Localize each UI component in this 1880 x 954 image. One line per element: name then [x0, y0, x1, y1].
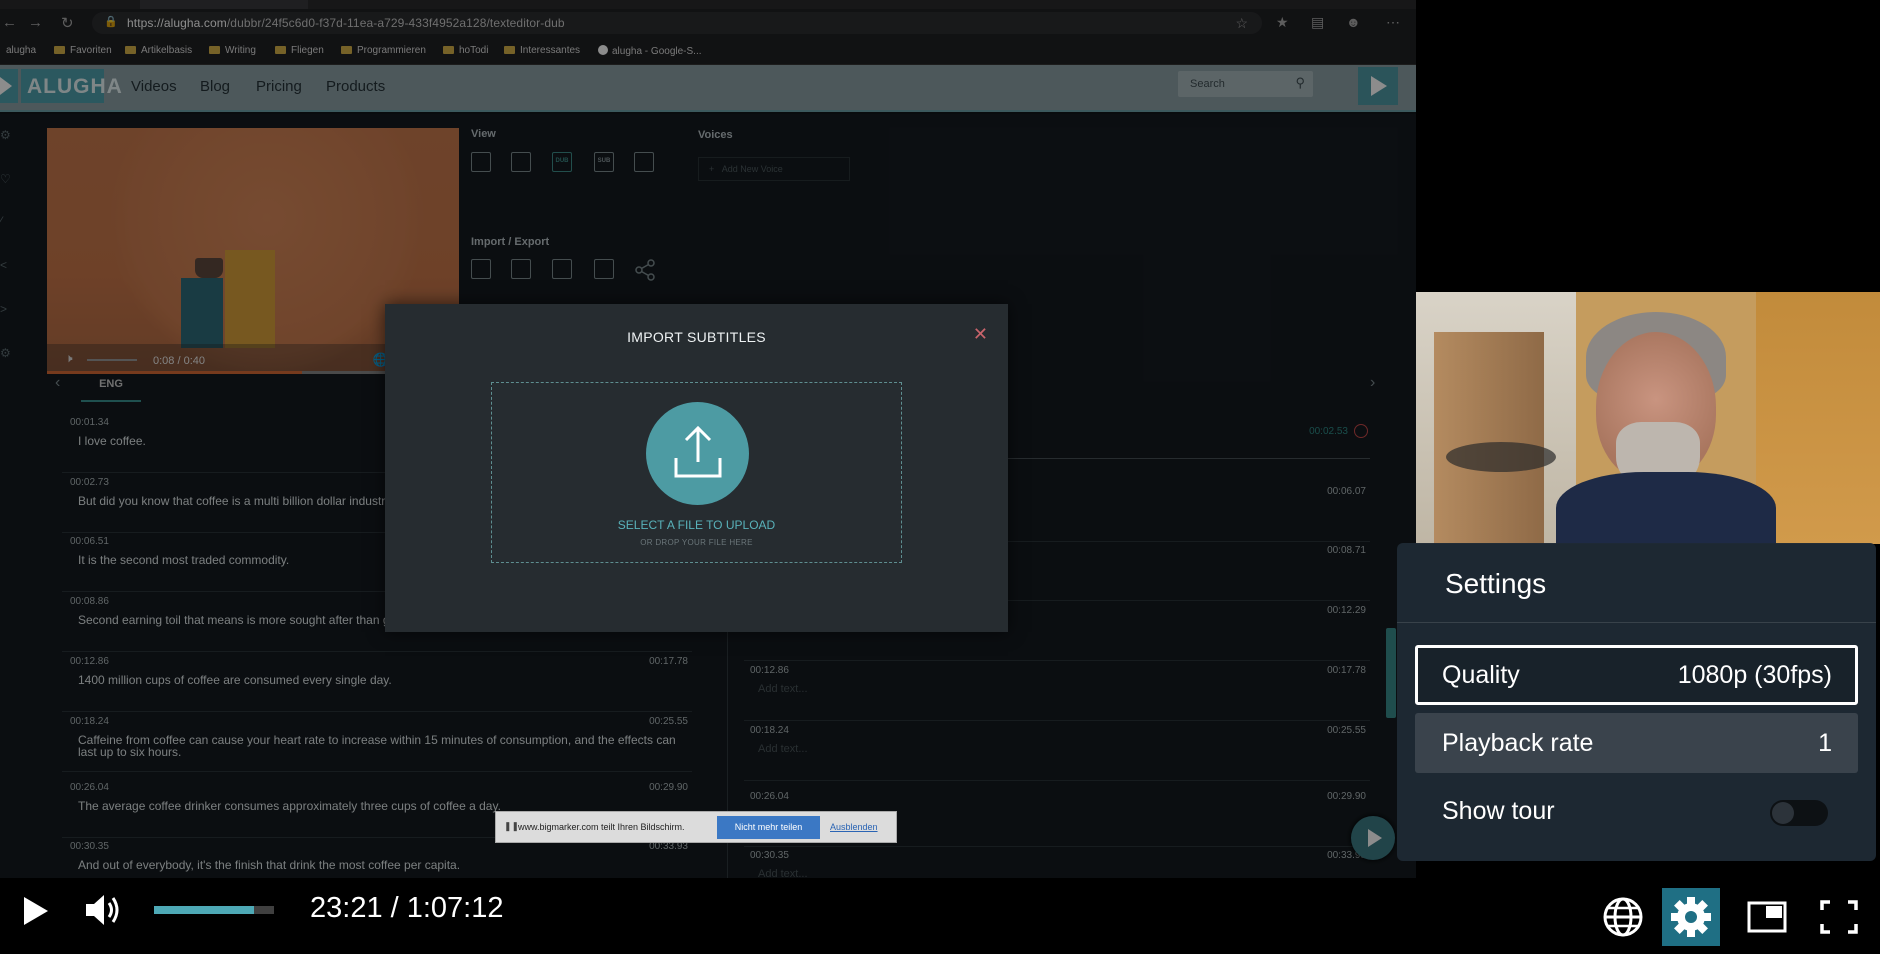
time-display: 23:21 / 1:07:12: [310, 892, 504, 924]
settings-menu: Settings Quality 1080p (30fps) Playback …: [1397, 543, 1876, 861]
show-tour-option[interactable]: Show tour: [1415, 781, 1858, 841]
show-tour-toggle[interactable]: [1770, 800, 1828, 826]
share-message: www.bigmarker.com teilt Ihren Bildschirm…: [518, 822, 685, 832]
volume-icon[interactable]: [84, 892, 124, 928]
modal-title: IMPORT SUBTITLES: [627, 329, 766, 345]
shared-screen: ← → ↻ 🔒 https://alugha.com/dubbr/24f5c6d…: [0, 0, 1416, 878]
show-tour-label: Show tour: [1442, 797, 1555, 825]
playback-rate-value: 1: [1818, 729, 1832, 757]
playback-rate-label: Playback rate: [1442, 729, 1594, 757]
gear-icon[interactable]: [1662, 888, 1720, 946]
globe-icon[interactable]: [1594, 888, 1652, 946]
fullscreen-icon[interactable]: [1810, 888, 1868, 946]
playback-rate-option[interactable]: Playback rate 1: [1415, 713, 1858, 773]
settings-title: Settings: [1445, 568, 1547, 599]
picture-in-picture-icon[interactable]: [1738, 888, 1796, 946]
upload-icon: [674, 425, 722, 478]
volume-slider[interactable]: [154, 906, 274, 914]
pause-icon: ❚❚: [504, 821, 520, 831]
drop-hint: OR DROP YOUR FILE HERE: [640, 538, 753, 547]
upload-button[interactable]: [646, 402, 749, 505]
webcam-video: [1416, 292, 1880, 544]
play-button[interactable]: [22, 893, 52, 927]
screen-share-bar: ❚❚ www.bigmarker.com teilt Ihren Bildsch…: [495, 811, 897, 843]
select-file-link[interactable]: SELECT A FILE TO UPLOAD: [492, 518, 901, 532]
quality-label: Quality: [1442, 661, 1520, 689]
file-dropzone[interactable]: SELECT A FILE TO UPLOAD OR DROP YOUR FIL…: [491, 382, 902, 563]
player-controls: 23:21 / 1:07:12: [0, 878, 1880, 954]
import-subtitles-modal: IMPORT SUBTITLES ✕ SELECT A FILE TO UPLO…: [385, 304, 1008, 632]
hide-link[interactable]: Ausblenden: [830, 822, 878, 832]
quality-value: 1080p (30fps): [1677, 661, 1832, 689]
close-icon[interactable]: ✕: [973, 324, 988, 345]
stop-sharing-button[interactable]: Nicht mehr teilen: [717, 816, 820, 839]
quality-option[interactable]: Quality 1080p (30fps): [1415, 645, 1858, 705]
